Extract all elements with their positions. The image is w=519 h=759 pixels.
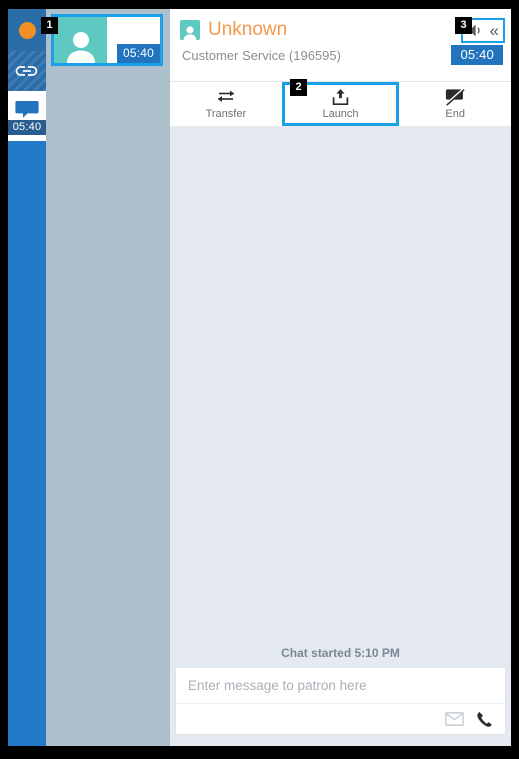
- person-icon: [66, 32, 95, 63]
- chat-started-note: Chat started 5:10 PM: [281, 646, 400, 660]
- launch-button-label: Launch: [322, 108, 359, 120]
- rail-chat-timer: 05:40: [8, 119, 46, 135]
- conversation-list: 05:40: [46, 9, 170, 746]
- conversation-list-item[interactable]: 05:40: [51, 14, 163, 66]
- transfer-arrows-icon: [217, 90, 235, 102]
- conversation-duration-badge: 05:40: [451, 45, 503, 65]
- conversation-queue-label: Customer Service (196595): [182, 47, 341, 63]
- email-icon[interactable]: [445, 712, 464, 726]
- composer-actions: [176, 703, 505, 734]
- chain-link-icon: [15, 66, 38, 76]
- message-input[interactable]: [176, 668, 505, 703]
- conversation-toolbar: Transfer Launch End: [170, 82, 511, 127]
- end-button[interactable]: End: [399, 82, 511, 126]
- conversation-timer-badge: 05:40: [116, 44, 160, 63]
- message-composer: [175, 667, 506, 735]
- icon-rail: 05:40: [8, 9, 46, 746]
- step-badge-2: 2: [290, 79, 307, 96]
- screenshot-root: 05:40 05:40 Unknown Customer Service (19…: [0, 0, 519, 759]
- person-icon: [180, 20, 200, 40]
- step-badge-1: 1: [41, 17, 58, 34]
- transfer-button-label: Transfer: [205, 108, 247, 120]
- rail-item-link-disabled[interactable]: [8, 51, 46, 91]
- end-button-label: End: [445, 108, 465, 120]
- avatar: [54, 17, 107, 63]
- step-badge-3: 3: [455, 17, 472, 34]
- agent-console-window: 05:40 05:40 Unknown Customer Service (19…: [8, 9, 511, 746]
- collapse-icon[interactable]: «: [490, 22, 499, 39]
- conversation-subtitle-row: Customer Service (196595) 05:40: [170, 41, 511, 65]
- rail-item-chat-channel[interactable]: 05:40: [8, 91, 46, 141]
- page-title: Unknown: [208, 19, 288, 40]
- chat-transcript: Chat started 5:10 PM: [170, 126, 511, 676]
- chat-bubble-slash-icon: [445, 88, 465, 106]
- chat-bubble-icon: [15, 100, 39, 118]
- phone-icon[interactable]: [476, 711, 493, 728]
- conversation-list-item-body: 05:40: [107, 17, 160, 63]
- transfer-button[interactable]: Transfer: [170, 82, 282, 126]
- orange-dot-icon: [18, 21, 36, 39]
- conversation-panel: Unknown Customer Service (196595) 05:40 …: [170, 9, 511, 746]
- upload-box-icon: [332, 89, 349, 106]
